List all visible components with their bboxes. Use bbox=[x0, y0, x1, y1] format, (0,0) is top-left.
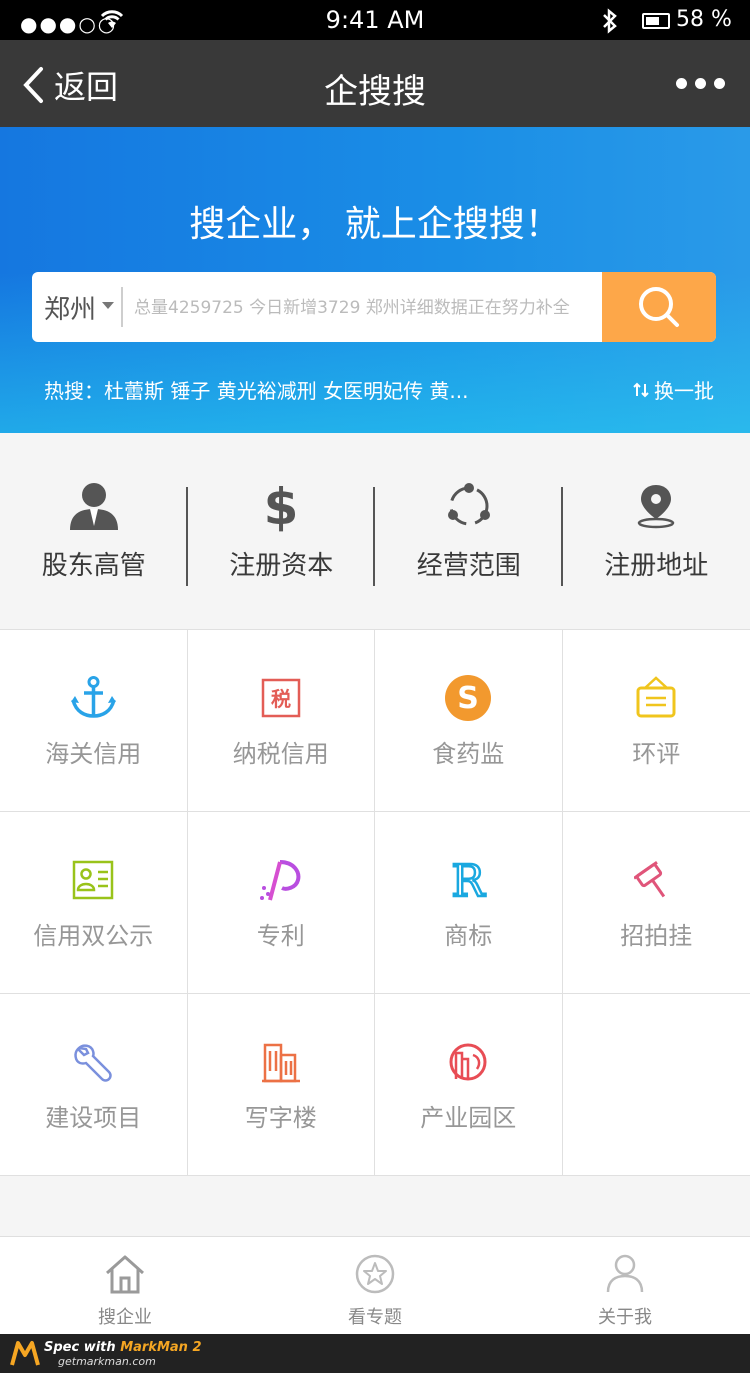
hanging-sign-icon bbox=[635, 674, 677, 722]
search-banner: 搜企业， 就上企搜搜！ 郑州 热搜：杜蕾斯 锤子 黄光裕减刑 女医明妃传 黄..… bbox=[0, 127, 750, 433]
tab-label: 搜企业 bbox=[98, 1307, 152, 1328]
grid-item-label: 环评 bbox=[632, 740, 681, 768]
building-icon bbox=[261, 1038, 301, 1086]
patent-icon bbox=[258, 856, 304, 904]
grid-item-food-drug[interactable]: S 食药监 bbox=[375, 630, 563, 811]
page-title: 企搜搜 bbox=[324, 72, 426, 112]
svg-text:S: S bbox=[457, 681, 479, 716]
grid-item-auction[interactable]: 招拍挂 bbox=[563, 812, 750, 993]
category-registered-capital[interactable]: $ 注册资本 bbox=[188, 433, 376, 629]
spec-brand: MarkMan 2 bbox=[120, 1340, 202, 1355]
status-bar: ●●●○○ 9:41 AM 58 % bbox=[0, 0, 750, 40]
home-icon bbox=[103, 1253, 147, 1299]
grid-item-label: 专利 bbox=[256, 922, 305, 950]
grid-item-label: 招拍挂 bbox=[620, 922, 693, 950]
grid-item-env-assessment[interactable]: 环评 bbox=[563, 630, 750, 811]
tab-about-me[interactable]: 关于我 bbox=[500, 1237, 750, 1335]
grid-row: 建设项目 写字楼 产业园区 bbox=[0, 994, 750, 1176]
grid-item-label: 商标 bbox=[444, 922, 493, 950]
markman-logo-icon bbox=[10, 1341, 40, 1366]
person-icon bbox=[68, 480, 120, 532]
grid-item-trademark[interactable]: R 商标 bbox=[375, 812, 563, 993]
caret-down-icon[interactable] bbox=[102, 302, 114, 309]
markman-site: getmarkman.com bbox=[58, 1355, 156, 1368]
grid-item-office-building[interactable]: 写字楼 bbox=[188, 994, 375, 1175]
tax-icon: 税 bbox=[261, 674, 301, 722]
industrial-park-icon bbox=[447, 1038, 489, 1086]
search-input[interactable] bbox=[132, 272, 602, 342]
grid-item-label: 纳税信用 bbox=[232, 740, 329, 768]
more-dot-icon bbox=[695, 78, 706, 89]
grid-row: 信用双公示 专利 R 商标 招拍挂 bbox=[0, 812, 750, 994]
tab-search-company[interactable]: 搜企业 bbox=[0, 1237, 250, 1335]
refresh-button[interactable]: 换一批 bbox=[632, 375, 714, 404]
nav-bar: 返回 企搜搜 bbox=[0, 40, 750, 127]
gavel-icon bbox=[634, 856, 678, 904]
banner-slogan: 搜企业， 就上企搜搜！ bbox=[189, 204, 561, 245]
svg-text:税: 税 bbox=[271, 687, 291, 711]
category-label: 注册资本 bbox=[229, 551, 334, 581]
grid-item-empty bbox=[563, 994, 750, 1175]
food-drug-s-icon: S bbox=[444, 674, 492, 722]
category-label: 注册地址 bbox=[604, 551, 709, 581]
location-pin-icon bbox=[636, 480, 676, 532]
category-label: 经营范围 bbox=[416, 551, 521, 581]
grid-item-label: 建设项目 bbox=[45, 1104, 142, 1132]
tab-bar: 搜企业 看专题 关于我 bbox=[0, 1236, 750, 1335]
tab-label: 关于我 bbox=[598, 1307, 652, 1328]
category-business-scope[interactable]: 经营范围 bbox=[375, 433, 563, 629]
markman-footer: Spec with MarkMan 2 getmarkman.com bbox=[0, 1334, 750, 1373]
category-divider bbox=[561, 487, 563, 586]
top-categories: 股东高管 $ 注册资本 经营范围 注册地址 bbox=[0, 433, 750, 629]
svg-text:R: R bbox=[452, 858, 487, 902]
search-divider bbox=[121, 287, 123, 327]
anchor-icon bbox=[70, 674, 117, 722]
grid-item-industrial-park[interactable]: 产业园区 bbox=[375, 994, 563, 1175]
search-box: 郑州 bbox=[32, 272, 716, 342]
city-selector[interactable]: 郑州 bbox=[44, 289, 96, 326]
battery-icon bbox=[642, 13, 670, 29]
trademark-r-icon: R bbox=[448, 856, 488, 904]
search-icon bbox=[639, 287, 679, 327]
wrench-icon bbox=[73, 1038, 113, 1086]
hot-searches[interactable]: 热搜：杜蕾斯 锤子 黄光裕减刑 女医明妃传 黄... bbox=[44, 375, 469, 404]
battery-percent: 58 % bbox=[676, 7, 732, 32]
grid-item-customs-credit[interactable]: 海关信用 bbox=[0, 630, 188, 811]
grid-item-tax-credit[interactable]: 税 纳税信用 bbox=[188, 630, 375, 811]
more-dot-icon bbox=[714, 78, 725, 89]
more-dot-icon bbox=[676, 78, 687, 89]
grid-row: 海关信用 税 纳税信用 S 食药监 环评 bbox=[0, 630, 750, 812]
cycle-icon bbox=[445, 480, 493, 532]
grid-item-label: 写字楼 bbox=[244, 1104, 317, 1132]
category-label: 股东高管 bbox=[41, 551, 146, 581]
category-divider bbox=[186, 487, 188, 586]
grid-item-credit-disclosure[interactable]: 信用双公示 bbox=[0, 812, 188, 993]
category-divider bbox=[373, 487, 375, 586]
tab-label: 看专题 bbox=[348, 1307, 402, 1328]
spec-prefix: Spec with bbox=[44, 1340, 121, 1355]
grid-item-construction[interactable]: 建设项目 bbox=[0, 994, 188, 1175]
id-card-icon bbox=[72, 856, 114, 904]
search-button[interactable] bbox=[602, 272, 716, 342]
grid-item-label: 信用双公示 bbox=[33, 922, 154, 950]
spec-with-text: Spec with MarkMan 2 bbox=[44, 1340, 202, 1355]
refresh-label: 换一批 bbox=[654, 379, 714, 403]
grid-item-label: 产业园区 bbox=[420, 1104, 517, 1132]
clock: 9:41 AM bbox=[325, 6, 425, 34]
category-registered-address[interactable]: 注册地址 bbox=[563, 433, 750, 629]
category-shareholders[interactable]: 股东高管 bbox=[0, 433, 188, 629]
grid-item-patent[interactable]: 专利 bbox=[188, 812, 375, 993]
user-icon bbox=[605, 1253, 645, 1299]
bluetooth-icon bbox=[600, 8, 620, 40]
star-circle-icon bbox=[354, 1253, 396, 1299]
tab-topics[interactable]: 看专题 bbox=[250, 1237, 500, 1335]
dollar-icon: $ bbox=[264, 480, 298, 532]
grid-item-label: 海关信用 bbox=[45, 740, 142, 768]
svg-text:$: $ bbox=[264, 480, 298, 532]
feature-grid: 海关信用 税 纳税信用 S 食药监 环评 信用双公示 专利 R 商标 招拍挂 建… bbox=[0, 629, 750, 1176]
swap-icon bbox=[633, 382, 649, 397]
grid-item-label: 食药监 bbox=[432, 740, 505, 768]
more-menu-button[interactable] bbox=[676, 78, 725, 89]
